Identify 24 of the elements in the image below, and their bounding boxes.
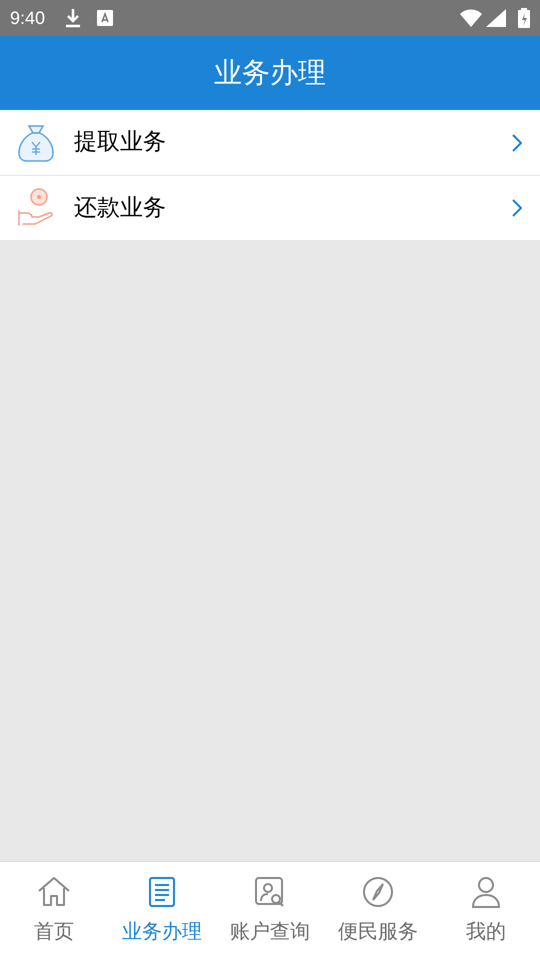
signal-icon bbox=[486, 9, 506, 27]
chevron-right-icon bbox=[512, 199, 522, 217]
nav-tab-label: 我的 bbox=[466, 918, 506, 945]
menu-label: 还款业务 bbox=[74, 194, 166, 223]
nav-tab[interactable]: 我的 bbox=[432, 862, 540, 960]
status-time: 9:40 bbox=[10, 6, 46, 30]
battery-icon bbox=[518, 8, 530, 28]
nav-tab-label: 便民服务 bbox=[338, 918, 418, 945]
header-title: 业务办理 bbox=[214, 55, 326, 91]
menu-label: 提取业务 bbox=[74, 128, 166, 158]
nav-tab[interactable]: 首页 bbox=[0, 862, 108, 960]
nav-tab-label: 首页 bbox=[34, 918, 74, 945]
menu-row[interactable]: 提取业务 bbox=[0, 110, 540, 175]
nav-tab[interactable]: 账户查询 bbox=[216, 862, 324, 960]
nav-tab[interactable]: 便民服务 bbox=[324, 862, 432, 960]
app-notification-icon bbox=[97, 10, 114, 26]
nav-tab[interactable]: 业务办理 bbox=[108, 862, 216, 960]
menu-row[interactable]: 还款业务 bbox=[0, 175, 540, 240]
nav-tab-label: 业务办理 bbox=[122, 918, 202, 945]
wifi-icon bbox=[460, 9, 482, 27]
download-icon bbox=[65, 8, 82, 28]
compass-icon bbox=[360, 874, 396, 910]
nav-tab-label: 账户查询 bbox=[230, 918, 310, 945]
chevron-right-icon bbox=[512, 134, 522, 152]
